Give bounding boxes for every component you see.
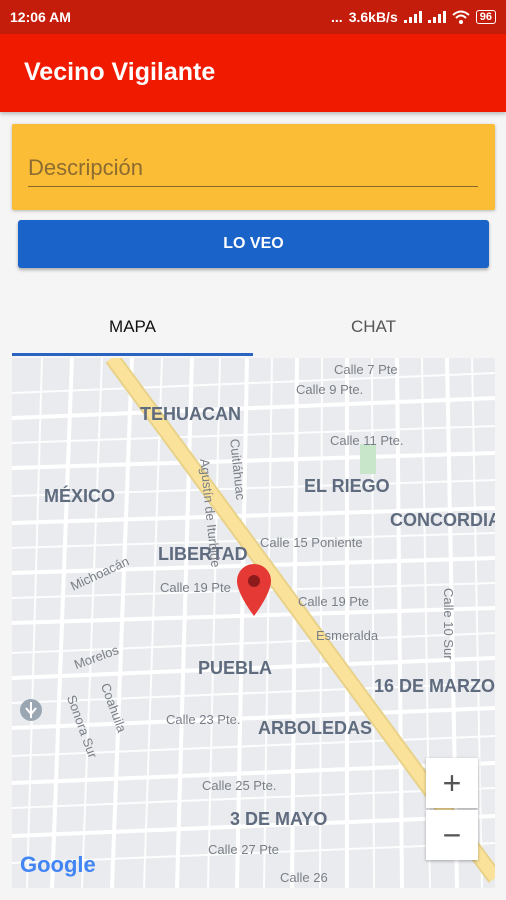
street-calle-15: Calle 15 Poniente [260, 535, 363, 550]
tab-chat[interactable]: CHAT [253, 298, 494, 356]
label-libertad: LIBERTAD [158, 544, 248, 564]
label-tehuacan: TEHUACAN [140, 404, 241, 424]
status-dots: ... [331, 9, 343, 25]
signal-icon [403, 11, 422, 23]
lo-veo-button[interactable]: LO VEO [18, 220, 489, 268]
street-calle-10-sur: Calle 10 Sur [441, 588, 456, 660]
street-calle-19-west: Calle 19 Pte [160, 580, 231, 595]
zoom-in-button[interactable]: + [426, 758, 478, 808]
status-indicators: ... 3.6kB/s 96 [331, 9, 496, 25]
label-concordia: CONCORDIA [390, 510, 495, 530]
google-logo-text: Google [20, 852, 96, 877]
label-mexico: MÉXICO [44, 486, 116, 506]
label-puebla: PUEBLA [198, 658, 273, 678]
wifi-icon [452, 10, 470, 24]
status-bar: 12:06 AM ... 3.6kB/s 96 [0, 0, 506, 34]
status-time: 12:06 AM [10, 9, 71, 25]
label-el-riego: EL RIEGO [304, 476, 390, 496]
google-logo: Google [20, 852, 96, 878]
app-bar: Vecino Vigilante [0, 34, 506, 112]
description-input[interactable] [28, 150, 478, 187]
street-calle-26: Calle 26 [280, 870, 328, 885]
tab-mapa[interactable]: MAPA [12, 298, 253, 356]
street-esmeralda: Esmeralda [316, 628, 379, 643]
label-3-de-mayo: 3 DE MAYO [230, 809, 328, 829]
street-calle-19-east: Calle 19 Pte [298, 594, 369, 609]
network-speed: 3.6kB/s [348, 9, 398, 25]
map-pin-icon[interactable] [236, 564, 272, 616]
street-calle-23: Calle 23 Pte. [166, 712, 241, 727]
street-calle-11: Calle 11 Pte. [330, 433, 404, 448]
street-calle-27: Calle 27 Pte [208, 842, 279, 857]
street-calle-9: Calle 9 Pte. [296, 382, 364, 397]
label-arboledas: ARBOLEDAS [258, 718, 373, 738]
battery-icon: 96 [475, 10, 496, 24]
tab-indicator [12, 353, 253, 356]
app-title: Vecino Vigilante [24, 58, 216, 86]
description-card [12, 124, 495, 210]
map-view[interactable]: TEHUACAN MÉXICO EL RIEGO CONCORDIA LIBER… [12, 358, 495, 888]
tab-bar: MAPA CHAT [12, 298, 495, 356]
label-16-de-marzo: 16 DE MARZO [374, 676, 495, 696]
street-calle-25: Calle 25 Pte. [202, 778, 277, 793]
signal-icon-2 [427, 11, 446, 23]
zoom-out-button[interactable]: − [426, 810, 478, 860]
street-calle-7: Calle 7 Pte [334, 362, 398, 377]
